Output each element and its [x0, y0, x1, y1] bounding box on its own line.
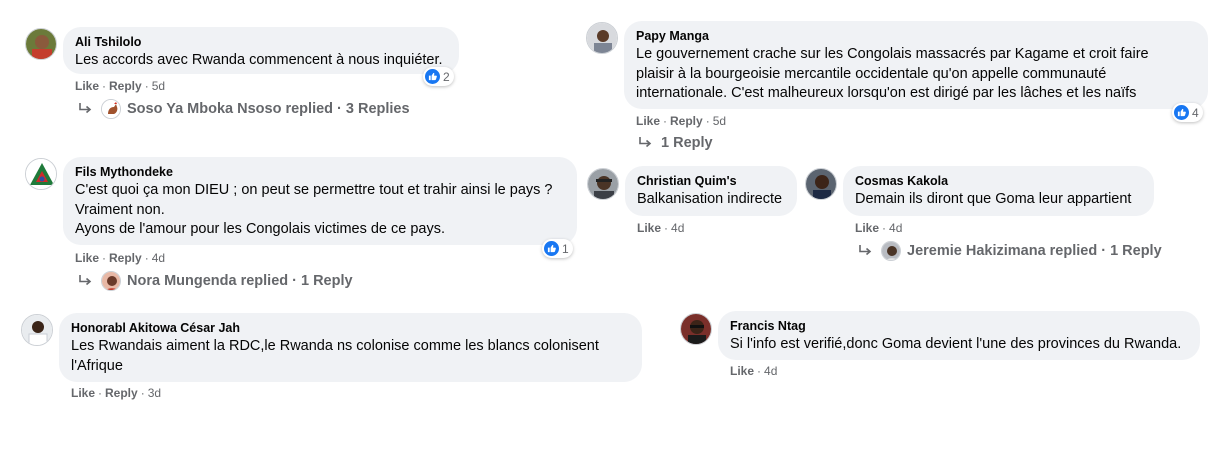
reply-arrow-icon — [639, 137, 652, 148]
reply-arrow-icon — [79, 275, 92, 286]
reaction-count[interactable]: 2 — [423, 67, 454, 86]
comment-meta: Like · Reply · 4d — [75, 251, 166, 265]
comment-meta: Like · Reply · 3d — [71, 386, 162, 400]
comment-bubble: Francis Ntag Si l'info est verifié,donc … — [718, 311, 1200, 360]
avatar[interactable] — [21, 314, 53, 346]
comment-time[interactable]: 3d — [148, 386, 161, 400]
like-button[interactable]: Like — [730, 364, 754, 378]
replies-count: 3 Replies — [345, 101, 410, 117]
replies-count: 1 Reply — [1110, 243, 1162, 259]
replier-avatar — [881, 241, 901, 261]
like-button[interactable]: Like — [75, 79, 99, 93]
comment-text: Si l'info est verifié,donc Goma devient … — [730, 336, 1182, 352]
comment-time[interactable]: 4d — [671, 221, 684, 235]
avatar[interactable] — [587, 168, 619, 200]
comment-text: Les Rwandais aiment la RDC,le Rwanda ns … — [71, 338, 599, 374]
reply-arrow-icon — [79, 103, 92, 114]
like-button[interactable]: Like — [71, 386, 95, 400]
reply-arrow-icon — [859, 245, 872, 256]
comment-bubble: Cosmas Kakola Demain ils diront que Goma… — [843, 166, 1154, 216]
comment-meta: Like · 4d — [730, 364, 778, 378]
replier-name: Nora Mungenda replied — [127, 273, 289, 289]
comment-author[interactable]: Fils Mythondeke — [75, 164, 565, 180]
comment-text: Le gouvernement crache sur les Congolais… — [636, 46, 1149, 101]
replier-avatar — [101, 99, 121, 119]
replier-name: Jeremie Hakizimana replied — [907, 243, 1098, 259]
view-replies-link[interactable]: 1 Reply — [637, 135, 713, 151]
like-thumb-icon — [1174, 105, 1189, 120]
comment-text: Balkanisation indirecte — [637, 191, 783, 207]
like-button[interactable]: Like — [637, 221, 661, 235]
comment-text: C'est quoi ça mon DIEU ; on peut se perm… — [75, 182, 553, 237]
avatar[interactable] — [25, 158, 57, 190]
comment-time[interactable]: 4d — [764, 364, 777, 378]
like-thumb-icon — [425, 69, 440, 84]
avatar[interactable] — [680, 313, 712, 345]
comment-bubble: Ali Tshilolo Les accords avec Rwanda com… — [63, 27, 459, 74]
comment-author[interactable]: Cosmas Kakola — [855, 173, 1142, 189]
view-replies-link[interactable]: Nora Mungenda replied · 1 Reply — [77, 271, 353, 291]
replies-count: 1 Reply — [661, 135, 713, 151]
avatar[interactable] — [25, 28, 57, 60]
reaction-count[interactable]: 4 — [1172, 103, 1203, 122]
reply-button[interactable]: Reply — [109, 251, 142, 265]
comment-bubble: Christian Quim's Balkanisation indirecte — [625, 166, 797, 216]
like-button[interactable]: Like — [855, 221, 879, 235]
comment-text: Les accords avec Rwanda commencent à nou… — [75, 52, 443, 68]
comment-author[interactable]: Francis Ntag — [730, 318, 1188, 334]
replies-count: 1 Reply — [300, 273, 353, 289]
comment-time[interactable]: 5d — [152, 79, 165, 93]
comment-text: Demain ils diront que Goma leur appartie… — [855, 191, 1132, 207]
like-button[interactable]: Like — [75, 251, 99, 265]
comment-bubble: Fils Mythondeke C'est quoi ça mon DIEU ;… — [63, 157, 577, 245]
reply-button[interactable]: Reply — [109, 79, 142, 93]
comment-author[interactable]: Christian Quim's — [637, 173, 785, 189]
view-replies-link[interactable]: Soso Ya Mboka Nsoso replied · 3 Replies — [77, 99, 410, 119]
reply-button[interactable]: Reply — [105, 386, 138, 400]
comment-time[interactable]: 4d — [889, 221, 902, 235]
like-button[interactable]: Like — [636, 114, 660, 128]
comment-author[interactable]: Papy Manga — [636, 28, 1196, 44]
comment-bubble: Honorabl Akitowa César Jah Les Rwandais … — [59, 313, 642, 382]
comment-time[interactable]: 5d — [713, 114, 726, 128]
comment-meta: Like · 4d — [855, 221, 903, 235]
like-thumb-icon — [544, 241, 559, 256]
comment-meta: Like · Reply · 5d — [636, 114, 727, 128]
comment-author[interactable]: Ali Tshilolo — [75, 34, 447, 50]
comment-author[interactable]: Honorabl Akitowa César Jah — [71, 320, 630, 336]
avatar[interactable] — [586, 22, 618, 54]
reaction-count[interactable]: 1 — [542, 239, 573, 258]
reply-button[interactable]: Reply — [670, 114, 703, 128]
comment-meta: Like · 4d — [637, 221, 685, 235]
comment-bubble: Papy Manga Le gouvernement crache sur le… — [624, 21, 1208, 109]
avatar[interactable] — [805, 168, 837, 200]
comment-time[interactable]: 4d — [152, 251, 165, 265]
comment-meta: Like · Reply · 5d — [75, 79, 166, 93]
replier-name: Soso Ya Mboka Nsoso replied — [127, 101, 334, 117]
view-replies-link[interactable]: Jeremie Hakizimana replied · 1 Reply — [857, 241, 1162, 261]
replier-avatar — [101, 271, 121, 291]
